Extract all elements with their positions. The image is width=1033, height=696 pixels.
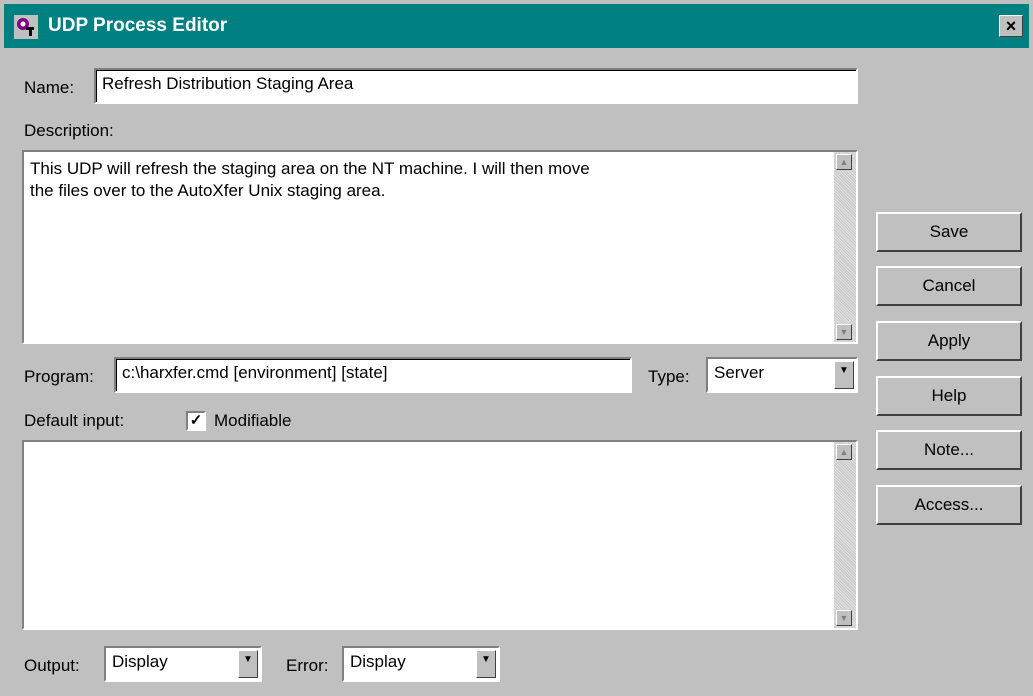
help-button[interactable]: Help [876,376,1022,416]
modifiable-checkbox[interactable]: ✓ [186,411,206,431]
description-label: Description: [24,121,114,140]
default-input-label: Default input: [24,411,125,430]
name-input[interactable]: Refresh Distribution Staging Area [94,68,858,104]
type-value: Server [714,363,765,382]
close-icon: × [1005,16,1017,36]
name-value: Refresh Distribution Staging Area [102,74,354,93]
window-title: UDP Process Editor [48,15,228,36]
output-value: Display [112,652,168,671]
save-button-label: Save [929,222,969,241]
title-bar[interactable]: UDP Process Editor × [4,4,1029,48]
scroll-up-icon[interactable]: ▲ [836,154,852,170]
cancel-button-label: Cancel [922,276,976,295]
scroll-up-icon[interactable]: ▲ [836,444,852,460]
close-button[interactable]: × [999,15,1023,37]
udp-process-editor-dialog: UDP Process Editor × Name: Refresh Distr… [0,0,1033,696]
udp-process-icon [14,15,38,39]
apply-button[interactable]: Apply [876,321,1022,361]
access-button-label: Access... [914,495,984,514]
type-select[interactable]: Server ▼ [706,357,858,393]
help-button-label: Help [931,386,967,405]
description-scrollbar[interactable]: ▲ ▼ [834,152,856,342]
chevron-down-icon[interactable]: ▼ [834,361,854,389]
modifiable-label: Modifiable [214,411,292,430]
save-button[interactable]: Save [876,212,1022,252]
description-textarea[interactable]: This UDP will refresh the staging area o… [22,150,858,344]
error-label: Error: [286,656,329,675]
scroll-down-icon[interactable]: ▼ [836,610,852,626]
cancel-button[interactable]: Cancel [876,266,1022,306]
chevron-down-icon[interactable]: ▼ [476,650,496,678]
program-value: c:\harxfer.cmd [environment] [state] [122,363,388,382]
scroll-down-icon[interactable]: ▼ [836,324,852,340]
default-input-scrollbar[interactable]: ▲ ▼ [834,442,856,628]
error-value: Display [350,652,406,671]
apply-button-label: Apply [927,331,971,350]
note-button-label: Note... [923,440,975,459]
chevron-down-icon[interactable]: ▼ [238,650,258,678]
name-label: Name: [24,78,75,97]
checkmark-icon: ✓ [189,412,203,429]
default-input-textarea[interactable]: ▲ ▼ [22,440,858,630]
type-label: Type: [648,367,690,386]
note-button[interactable]: Note... [876,430,1022,470]
output-select[interactable]: Display ▼ [104,646,262,682]
output-label: Output: [24,656,80,675]
access-button[interactable]: Access... [876,485,1022,525]
description-text: This UDP will refresh the staging area o… [30,159,590,200]
program-input[interactable]: c:\harxfer.cmd [environment] [state] [114,357,632,393]
error-select[interactable]: Display ▼ [342,646,500,682]
program-label: Program: [24,367,94,386]
